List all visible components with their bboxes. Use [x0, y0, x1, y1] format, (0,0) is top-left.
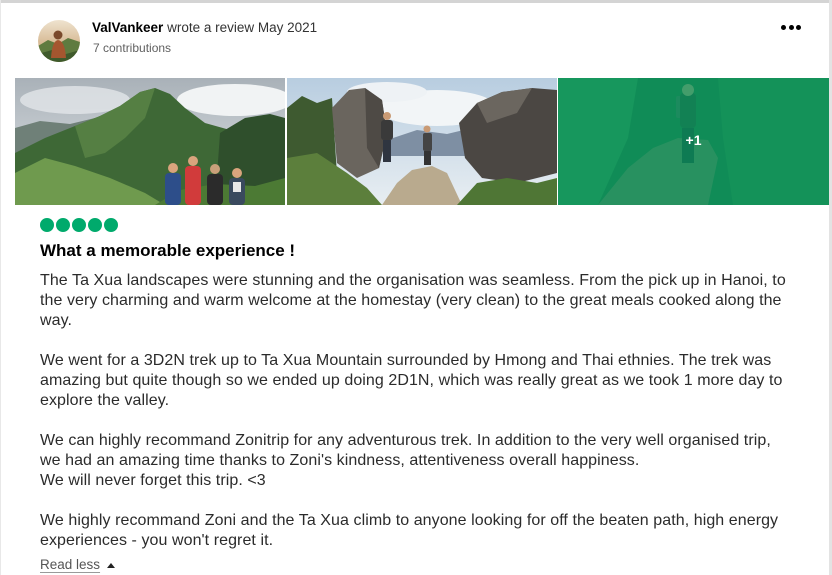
review-paragraph: We can highly recommand Zonitrip for any…: [40, 431, 786, 491]
hiker-blue-jacket: [165, 173, 181, 205]
review-text-line: experiences - you won't regret it.: [40, 532, 274, 549]
card-border-left: [0, 0, 1, 575]
review-paragraph: We went for a 3D2N trek up to Ta Xua Mou…: [40, 351, 786, 411]
card-border-top: [0, 0, 832, 3]
review-photo-2[interactable]: [287, 78, 557, 205]
review-text-line: We went for a 3D2N trek up to Ta Xua Mou…: [40, 352, 772, 369]
review-photo-3-more[interactable]: +1: [558, 78, 829, 205]
review-text-line: explore the valley.: [40, 392, 170, 409]
hiker-head: [188, 156, 198, 166]
review-title[interactable]: What a memorable experience !: [40, 240, 295, 262]
author-name[interactable]: ValVankeer: [92, 20, 163, 35]
hiker-red-jacket: [185, 166, 201, 205]
review-photo-1[interactable]: [15, 78, 285, 205]
hiker-dark-jacket: [207, 174, 223, 205]
hiker-legs: [383, 140, 391, 162]
review-text-line: we had an amazing time thanks to Zoni's …: [40, 452, 640, 469]
rating-bubble: [40, 218, 54, 232]
more-options-dot: [796, 24, 801, 30]
more-options-dot: [788, 24, 794, 30]
avatar-person-head: [53, 30, 63, 40]
hiker-head: [423, 125, 431, 133]
review-text-line: amazing but quite though so we ended up …: [40, 372, 783, 389]
hiker-body: [423, 133, 432, 151]
review-action-text: wrote a review: [167, 20, 255, 35]
hiker-shirt: [233, 182, 241, 192]
more-photos-count[interactable]: +1: [558, 132, 829, 148]
caret-up-icon: [107, 562, 116, 568]
review-text-line: We can highly recommand Zonitrip for any…: [40, 432, 771, 449]
review-paragraph: We highly recommand Zoni and the Ta Xua …: [40, 511, 786, 551]
review-text-line: The Ta Xua landscapes were stunning and …: [40, 272, 786, 289]
read-less-label[interactable]: Read less: [40, 556, 100, 574]
contributions-count: 7 contributions: [93, 41, 172, 55]
more-options-icon[interactable]: [778, 18, 804, 36]
hiker-head: [383, 112, 391, 120]
rating-bubble: [88, 218, 102, 232]
review-date: May 2021: [257, 20, 318, 35]
review-text-line: We highly recommand Zoni and the Ta Xua …: [40, 512, 779, 529]
review-text-line: the very charming and warm welcome at th…: [40, 292, 782, 309]
review-text-line: We will never forget this trip. <3: [40, 472, 266, 489]
hiker-head: [232, 168, 242, 178]
rating-bubble: [72, 218, 86, 232]
read-less-toggle[interactable]: Read less: [40, 556, 116, 574]
hiker-head: [168, 163, 178, 173]
avatar[interactable]: [38, 20, 80, 62]
rating-bubble: [56, 218, 70, 232]
rating-bubbles: [40, 218, 118, 232]
review-byline: ValVankeer wrote a review May 2021: [92, 20, 317, 36]
review-paragraph: The Ta Xua landscapes were stunning and …: [40, 271, 786, 331]
photo-rocky-trail: [287, 78, 557, 205]
hiker-legs: [424, 151, 431, 165]
more-options-dot: [781, 24, 786, 30]
review-text-line: way.: [40, 312, 72, 329]
photo-mountain-ridge: [15, 78, 285, 205]
review-body: The Ta Xua landscapes were stunning and …: [40, 271, 786, 571]
rating-bubble: [104, 218, 118, 232]
hiker-backpack: [381, 120, 393, 140]
avatar-image: [38, 20, 80, 62]
hiker-head: [210, 164, 220, 174]
